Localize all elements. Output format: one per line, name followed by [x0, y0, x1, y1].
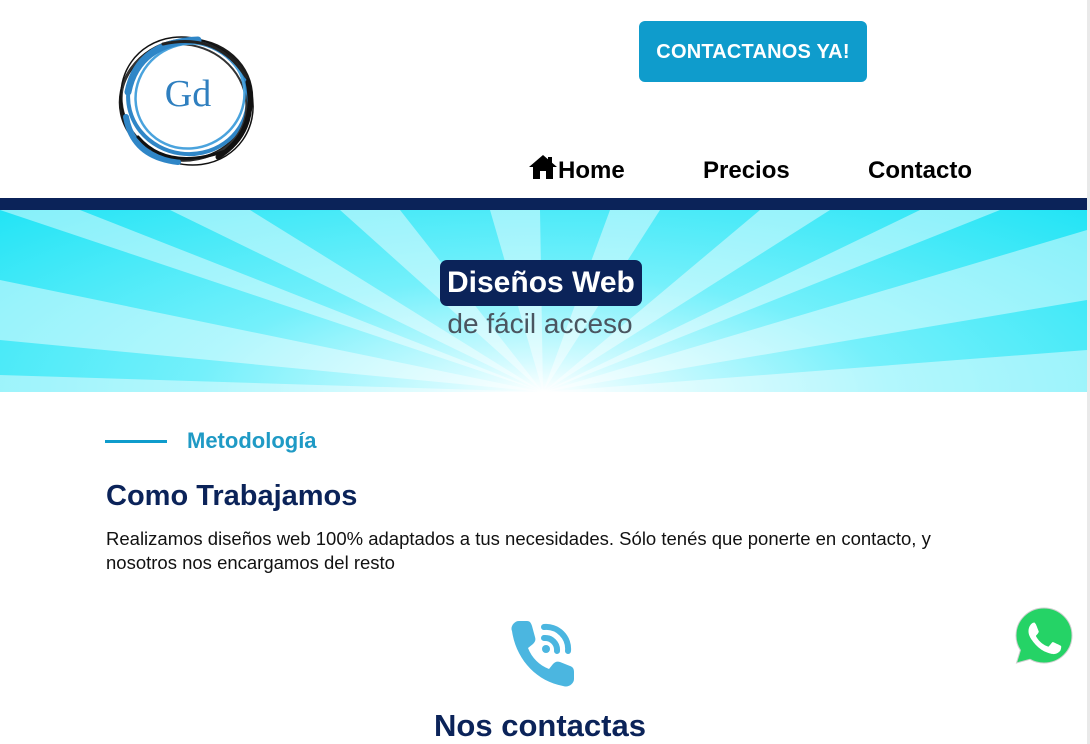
hero-banner: Diseños Web de fácil acceso	[0, 210, 1087, 392]
hero-subtitle: de fácil acceso	[447, 308, 633, 339]
nav-item-precios[interactable]: Precios	[703, 153, 790, 189]
logo-swirl-icon: Gd	[118, 36, 254, 166]
logo[interactable]: Gd	[108, 22, 268, 172]
contact-heading: Nos contactas	[434, 708, 646, 743]
contact-now-button[interactable]: CONTACTANOS YA!	[639, 21, 867, 82]
whatsapp-icon	[1012, 604, 1076, 668]
nav-label-home: Home	[558, 157, 625, 184]
logo-text: Gd	[165, 73, 211, 115]
section-label: Metodología	[187, 428, 317, 453]
section-label-line	[105, 440, 167, 443]
whatsapp-button[interactable]	[1010, 602, 1078, 670]
section-heading: Como Trabajamos	[106, 480, 358, 512]
hero-title: Diseños Web	[440, 260, 642, 306]
site-header: Gd CONTACTANOS YA! Home Precios Contacto	[0, 0, 1090, 198]
section-description: Realizamos diseños web 100% adaptados a …	[106, 528, 931, 573]
nav-item-contacto[interactable]: Contacto	[868, 153, 972, 189]
nav-item-home[interactable]: Home	[528, 153, 625, 189]
header-divider-bar	[0, 198, 1087, 210]
home-icon	[528, 154, 558, 180]
phone-call-icon	[506, 617, 576, 689]
